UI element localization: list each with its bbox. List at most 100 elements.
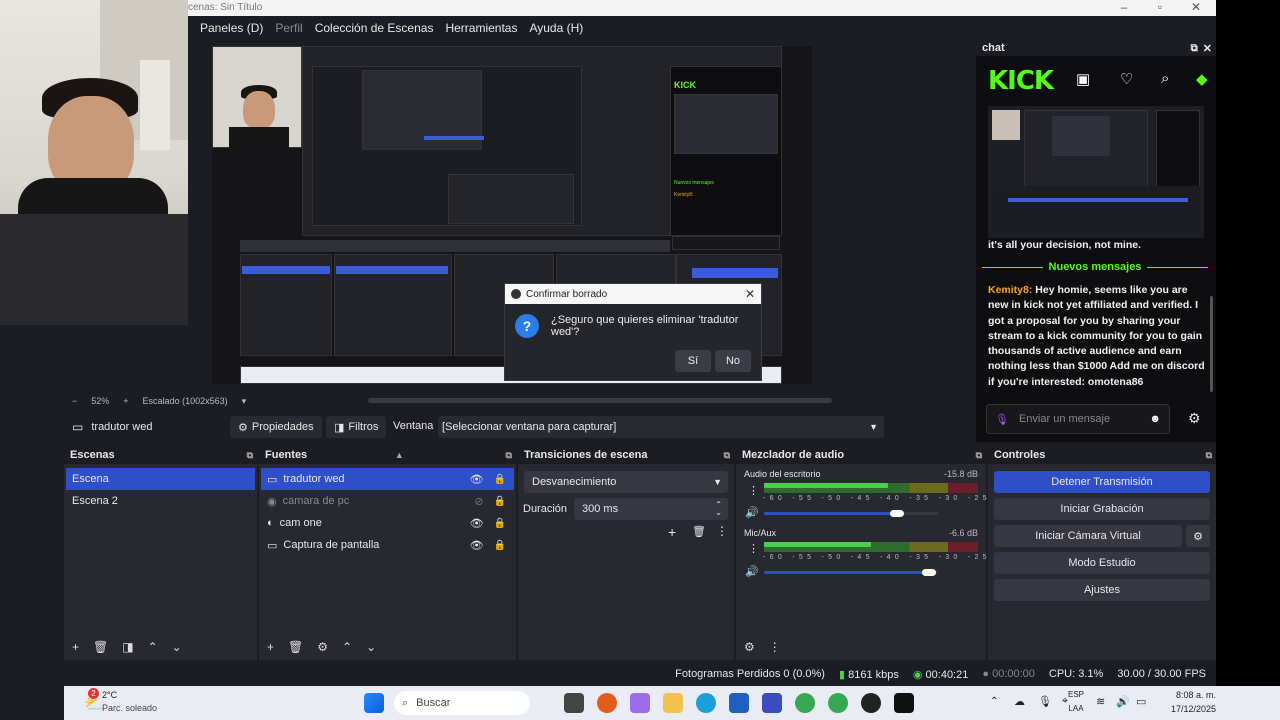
menu-perfil[interactable]: Perfil xyxy=(275,21,302,35)
menu-herramientas[interactable]: Herramientas xyxy=(445,21,517,35)
virtual-camera-gear-icon[interactable]: ⚙ xyxy=(1186,525,1210,547)
volume-slider-knob[interactable] xyxy=(922,569,936,576)
transition-select[interactable]: Desvanecimiento ▼ xyxy=(524,471,728,493)
speaker-icon[interactable]: 🔊 xyxy=(745,565,759,578)
chat-settings-gear-icon[interactable]: ⚙ xyxy=(1188,410,1201,427)
minimize-icon[interactable]: – xyxy=(1106,0,1142,14)
heart-icon[interactable]: ♡ xyxy=(1120,70,1133,88)
more-options-icon[interactable]: ⋮ xyxy=(769,640,781,654)
arrow-up-icon[interactable]: ⌃ xyxy=(342,640,352,654)
trash-icon[interactable]: 🗑 xyxy=(93,640,108,654)
more-options-icon[interactable]: ⋮ xyxy=(748,484,759,497)
language-layout[interactable]: LAA xyxy=(1064,704,1088,713)
volume-slider-knob[interactable] xyxy=(890,510,904,517)
studio-mode-button[interactable]: Modo Estudio xyxy=(994,552,1210,574)
source-item[interactable]: ▭ Captura de pantalla 👁 🔒 xyxy=(261,534,514,556)
lock-icon[interactable]: 🔒 xyxy=(494,496,506,507)
network-tray-icon[interactable]: ☁ xyxy=(1014,695,1025,708)
source-item[interactable]: ◉ camara de pc ⊘ 🔒 xyxy=(261,490,514,512)
dialog-close-icon[interactable]: ✕ xyxy=(745,287,755,301)
eye-hidden-icon[interactable]: ⊘ xyxy=(474,495,483,508)
advanced-audio-icon[interactable]: ⚙ xyxy=(744,640,755,654)
arrow-down-icon[interactable]: ⌄ xyxy=(366,640,376,654)
source-item[interactable]: ▭ tradutor wed 👁 🔒 xyxy=(261,468,514,490)
undock-icon[interactable]: ⧉ xyxy=(1206,450,1212,461)
chat-scrollbar[interactable] xyxy=(1210,296,1213,392)
menu-paneles[interactable]: Paneles (D) xyxy=(200,21,263,35)
clock-time[interactable]: 8:08 a. m. xyxy=(1150,690,1216,700)
clock-date[interactable]: 17/12/2025 xyxy=(1150,704,1216,714)
scene-item[interactable]: Escena xyxy=(66,468,255,490)
undock-icon[interactable]: ⧉ xyxy=(1191,43,1198,54)
undock-icon[interactable]: ⧉ xyxy=(506,450,512,461)
task-view-icon[interactable] xyxy=(564,693,584,713)
calendar-icon[interactable]: ▣ xyxy=(1076,70,1090,88)
kick-gem-icon[interactable]: ◆ xyxy=(1196,70,1208,88)
windows-start-icon[interactable] xyxy=(364,693,384,713)
file-explorer-icon[interactable] xyxy=(663,693,683,713)
add-icon[interactable]: + xyxy=(267,640,274,654)
menu-coleccion-escenas[interactable]: Colección de Escenas xyxy=(315,21,434,35)
chrome-icon[interactable] xyxy=(795,693,815,713)
eye-icon[interactable]: 👁 xyxy=(470,473,484,486)
edge-icon[interactable] xyxy=(696,693,716,713)
gear-icon[interactable]: ⚙ xyxy=(317,640,328,654)
capcut-icon[interactable] xyxy=(894,693,914,713)
microphone-tray-icon[interactable]: 🎙 xyxy=(1038,695,1052,708)
menu-ayuda[interactable]: Ayuda (H) xyxy=(529,21,583,35)
window-select[interactable]: [Seleccionar ventana para capturar] ▼ xyxy=(438,416,884,438)
lock-icon[interactable]: 🔒 xyxy=(494,474,506,485)
speaker-icon[interactable]: 🔊 xyxy=(745,506,759,519)
firefox-icon[interactable] xyxy=(597,693,617,713)
filters-button[interactable]: ◨ Filtros xyxy=(326,416,387,438)
tray-chevron-icon[interactable]: ⌃ xyxy=(990,696,998,707)
filter-icon[interactable]: ◨ xyxy=(122,640,133,654)
dialog-no-button[interactable]: No xyxy=(715,350,751,372)
language-code[interactable]: ESP xyxy=(1064,690,1088,699)
chat-username[interactable]: Kemity8: xyxy=(988,284,1032,296)
eye-icon[interactable]: 👁 xyxy=(470,517,484,530)
emoji-icon[interactable]: ☻ xyxy=(1149,413,1161,425)
lock-icon[interactable]: 🔒 xyxy=(494,540,506,551)
source-item[interactable]: ◐ cam one 👁 🔒 xyxy=(261,512,514,534)
obs-icon[interactable] xyxy=(861,693,881,713)
add-icon[interactable]: + xyxy=(72,640,79,654)
dialog-yes-button[interactable]: Sí xyxy=(675,350,711,372)
arrow-up-icon[interactable]: ⌃ xyxy=(148,640,158,654)
duration-spinbox[interactable]: 300 ms ⌃ ⌄ xyxy=(574,498,728,520)
settings-button[interactable]: Ajustes xyxy=(994,579,1210,601)
close-icon[interactable]: ✕ xyxy=(1203,42,1212,55)
stop-streaming-button[interactable]: Detener Transmisión xyxy=(994,471,1210,493)
maximize-icon[interactable]: ▫ xyxy=(1142,0,1178,14)
add-icon[interactable]: + xyxy=(668,524,676,540)
taskbar-search[interactable]: ⌕ Buscar xyxy=(394,691,530,715)
chrome-profile-icon[interactable] xyxy=(828,693,848,713)
eye-icon[interactable]: 👁 xyxy=(470,539,484,552)
zoom-dropdown-icon[interactable]: ▾ xyxy=(242,396,247,407)
start-virtual-camera-button[interactable]: Iniciar Cámara Virtual xyxy=(994,525,1182,547)
scene-item[interactable]: Escena 2 xyxy=(66,490,255,512)
lock-icon[interactable]: 🔒 xyxy=(494,518,506,529)
store-icon[interactable] xyxy=(729,693,749,713)
microphone-icon[interactable]: 🎙 xyxy=(995,413,1009,426)
close-icon[interactable]: ✕ xyxy=(1178,0,1214,14)
battery-icon[interactable]: ▭ xyxy=(1136,695,1146,708)
properties-button[interactable]: ⚙ Propiedades xyxy=(230,416,322,438)
stepper-icon[interactable]: ⌃ ⌄ xyxy=(715,501,722,517)
start-recording-button[interactable]: Iniciar Grabación xyxy=(994,498,1210,520)
app-icon[interactable] xyxy=(762,693,782,713)
more-options-icon[interactable]: ⋮ xyxy=(748,542,759,555)
zoom-out-icon[interactable]: − xyxy=(72,396,77,406)
preview-horizontal-scrollbar[interactable] xyxy=(368,398,832,403)
copilot-icon[interactable] xyxy=(630,693,650,713)
trash-icon[interactable]: 🗑 xyxy=(288,640,303,654)
undock-icon[interactable]: ⧉ xyxy=(724,450,730,461)
undock-icon[interactable]: ⧉ xyxy=(247,450,253,461)
search-icon[interactable]: ⌕ xyxy=(1161,70,1169,87)
trash-icon[interactable]: 🗑 xyxy=(692,525,706,538)
arrow-down-icon[interactable]: ⌄ xyxy=(172,640,182,654)
volume-tray-icon[interactable]: 🔊 xyxy=(1116,695,1130,708)
undock-icon[interactable]: ⧉ xyxy=(976,450,982,461)
chat-input[interactable]: 🎙 Enviar un mensaje ☻ xyxy=(986,404,1170,434)
wifi-icon[interactable]: ≋ xyxy=(1096,695,1105,708)
